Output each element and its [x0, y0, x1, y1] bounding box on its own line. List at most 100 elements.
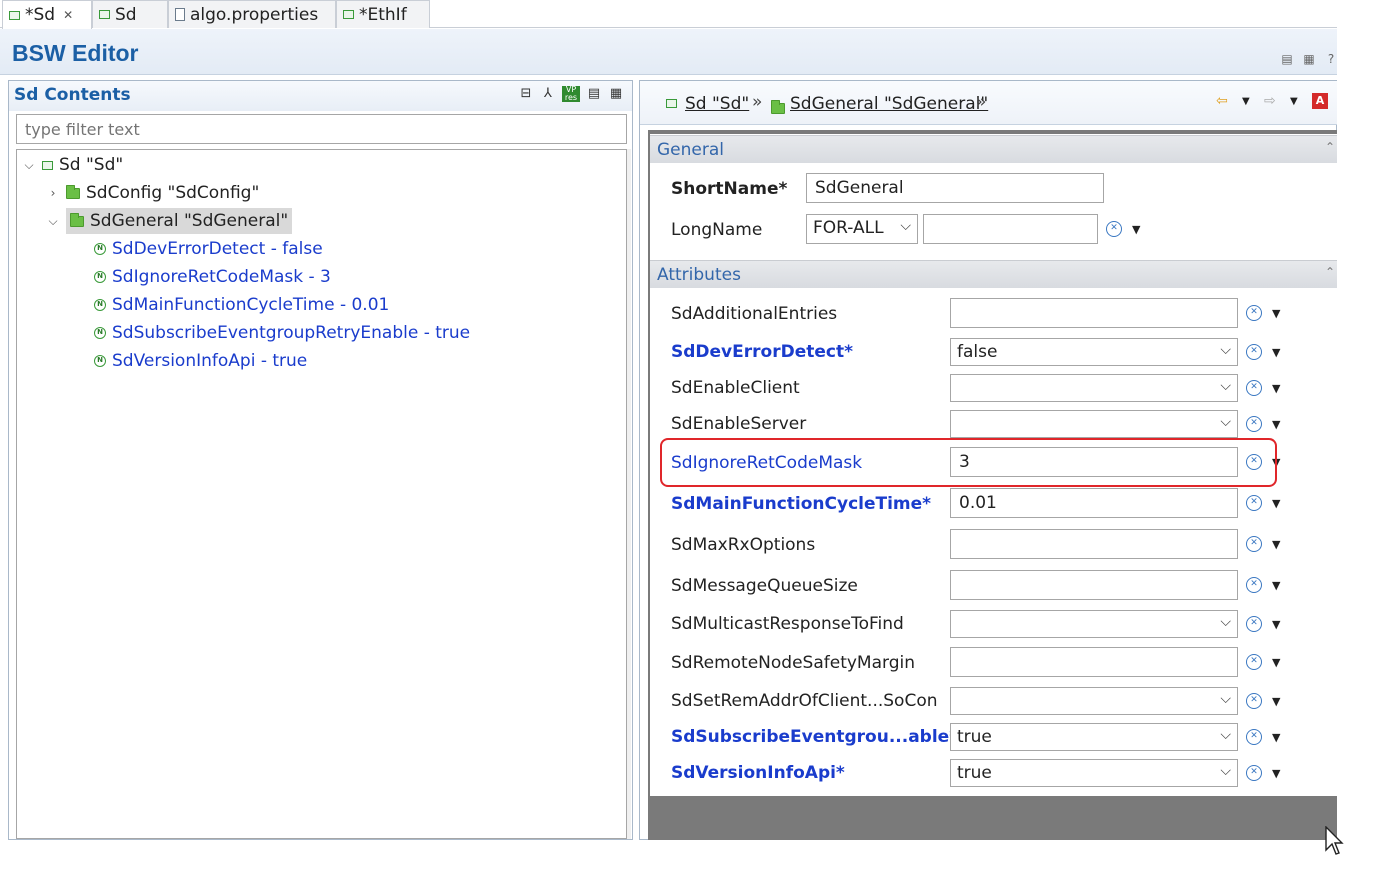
reset-icon[interactable]: ✕ — [1246, 729, 1262, 745]
attr-text-field[interactable] — [950, 298, 1238, 328]
chevron-down-icon[interactable]: ▼ — [1272, 618, 1280, 631]
attr-select[interactable]: ⌵ — [950, 410, 1238, 438]
attr-label: SdMainFunctionCycleTime* — [671, 494, 932, 514]
breadcrumb-item-sd[interactable]: Sd "Sd" — [685, 94, 749, 114]
collapse-icon[interactable]: ⌃ — [1325, 265, 1335, 279]
tab-label: Sd — [115, 4, 137, 25]
tree-param-label: SdIgnoreRetCodeMask - 3 — [112, 267, 331, 287]
reset-icon[interactable]: ✕ — [1246, 654, 1262, 670]
reset-icon[interactable]: ✕ — [1246, 380, 1262, 396]
chevron-down-icon[interactable]: ▼ — [1290, 96, 1298, 107]
tree-param-item[interactable]: N SdSubscribeEventgroupRetryEnable - tru… — [94, 320, 470, 346]
tree-node-sd[interactable]: ⌵ Sd "Sd" — [22, 152, 123, 178]
chevron-down-icon[interactable]: ▼ — [1272, 731, 1280, 744]
reset-icon[interactable]: ✕ — [1246, 577, 1262, 593]
tree-param-item[interactable]: N SdMainFunctionCycleTime - 0.01 — [94, 292, 389, 318]
reset-icon[interactable]: ✕ — [1246, 693, 1262, 709]
longname-field[interactable] — [923, 214, 1098, 244]
back-arrow-icon[interactable]: ⇦ — [1216, 93, 1228, 109]
chevron-down-icon[interactable]: ▼ — [1272, 579, 1280, 592]
chevron-down-icon[interactable]: ▼ — [1132, 223, 1140, 236]
collapse-icon[interactable]: ⌃ — [1325, 140, 1335, 154]
attr-text-field[interactable]: 0.01 — [950, 488, 1238, 518]
chevron-down-icon[interactable]: ⌵ — [46, 214, 60, 229]
collapse-all-icon[interactable]: ⊟ — [518, 86, 534, 102]
help-icon[interactable]: ? — [1324, 52, 1338, 66]
chevron-down-icon[interactable]: ▼ — [1272, 695, 1280, 708]
chevron-down-icon[interactable]: ▼ — [1272, 382, 1280, 395]
variant-icon[interactable]: VP res — [562, 86, 580, 102]
tab-sd[interactable]: Sd — [92, 0, 168, 28]
selected-node[interactable]: SdGeneral "SdGeneral" — [66, 208, 293, 234]
tree-node-sdconfig[interactable]: › SdConfig "SdConfig" — [46, 180, 260, 206]
chevron-down-icon[interactable]: ▼ — [1272, 307, 1280, 320]
shortname-field[interactable]: SdGeneral — [806, 173, 1104, 203]
longname-label: LongName — [671, 220, 763, 240]
tree-param-label: SdSubscribeEventgroupRetryEnable - true — [112, 323, 471, 343]
attr-select[interactable]: ⌵ — [950, 374, 1238, 402]
validate-icon[interactable]: ▤ — [1280, 52, 1294, 66]
attr-label: SdMaxRxOptions — [671, 535, 816, 555]
reset-icon[interactable]: ✕ — [1246, 495, 1262, 511]
close-icon[interactable]: ✕ — [63, 8, 73, 22]
breadcrumb-item-sdgeneral[interactable]: SdGeneral "SdGeneral" — [790, 94, 988, 114]
section-title: Attributes — [657, 265, 741, 285]
attr-select[interactable]: ⌵ — [950, 687, 1238, 715]
chevron-down-icon: ⌵ — [1220, 342, 1231, 358]
tree-scrollbar[interactable] — [627, 149, 631, 839]
chevron-down-icon[interactable]: ▼ — [1272, 767, 1280, 780]
attr-text-field[interactable] — [950, 647, 1238, 677]
hierarchy-icon[interactable]: ⅄ — [540, 86, 556, 102]
select-value: false — [957, 342, 998, 362]
chevron-down-icon: ⌵ — [1220, 727, 1231, 743]
tree-param-item[interactable]: N SdDevErrorDetect - false — [94, 236, 323, 262]
breadcrumb-separator: » — [976, 92, 987, 112]
chevron-down-icon: ⌵ — [1220, 414, 1231, 430]
chevron-down-icon[interactable]: ▼ — [1272, 346, 1280, 359]
chevron-down-icon[interactable]: ▼ — [1242, 96, 1250, 107]
chevron-down-icon[interactable]: ▼ — [1272, 418, 1280, 431]
attr-text-field[interactable] — [950, 570, 1238, 600]
file-icon — [175, 8, 185, 21]
tab-sd-modified[interactable]: *Sd ✕ — [2, 0, 92, 29]
longname-language-select[interactable]: FOR-ALL ⌵ — [806, 214, 918, 244]
tree-param-label: SdDevErrorDetect - false — [112, 239, 323, 259]
reset-icon[interactable]: ✕ — [1246, 344, 1262, 360]
error-marker-icon[interactable]: A — [1312, 93, 1328, 109]
tab-algo-properties[interactable]: algo.properties — [168, 0, 336, 28]
section-general-header[interactable]: General ⌃ — [650, 135, 1337, 163]
attr-select[interactable]: false ⌵ — [950, 338, 1238, 366]
attr-select[interactable]: ⌵ — [950, 610, 1238, 638]
reset-icon[interactable]: ✕ — [1246, 765, 1262, 781]
tree-node-sdgeneral[interactable]: ⌵ SdGeneral "SdGeneral" — [46, 208, 293, 234]
attr-label: SdDevErrorDetect* — [671, 342, 853, 362]
chevron-down-icon: ⌵ — [1220, 614, 1231, 630]
reset-icon[interactable]: ✕ — [1246, 616, 1262, 632]
document-icon[interactable]: ▤ — [586, 86, 602, 102]
reset-icon[interactable]: ✕ — [1246, 305, 1262, 321]
tree-param-label: SdVersionInfoApi - true — [112, 351, 308, 371]
settings-icon[interactable]: ▦ — [1302, 52, 1316, 66]
module-icon — [42, 160, 53, 170]
forward-arrow-icon[interactable]: ⇨ — [1264, 93, 1276, 109]
table-view-icon[interactable]: ▦ — [608, 86, 624, 102]
chevron-right-icon[interactable]: › — [46, 186, 60, 200]
tree-param-item[interactable]: N SdIgnoreRetCodeMask - 3 — [94, 264, 331, 290]
chevron-down-icon[interactable]: ▼ — [1272, 497, 1280, 510]
filter-input[interactable] — [16, 114, 627, 144]
attr-text-field[interactable] — [950, 529, 1238, 559]
chevron-down-icon[interactable]: ▼ — [1272, 538, 1280, 551]
tab-ethif[interactable]: *EthIf — [336, 0, 430, 28]
reset-icon[interactable]: ✕ — [1246, 536, 1262, 552]
attr-select[interactable]: true ⌵ — [950, 759, 1238, 787]
section-attributes-header[interactable]: Attributes ⌃ — [650, 260, 1337, 288]
module-icon — [99, 10, 110, 19]
attr-select[interactable]: true ⌵ — [950, 723, 1238, 751]
reset-icon[interactable]: ✕ — [1106, 221, 1122, 237]
chevron-down-icon[interactable]: ⌵ — [22, 158, 36, 173]
tree-node-label: Sd "Sd" — [59, 155, 124, 175]
chevron-down-icon[interactable]: ▼ — [1272, 656, 1280, 669]
tree-param-item[interactable]: N SdVersionInfoApi - true — [94, 348, 307, 374]
reset-icon[interactable]: ✕ — [1246, 416, 1262, 432]
parameter-icon: N — [94, 299, 106, 311]
